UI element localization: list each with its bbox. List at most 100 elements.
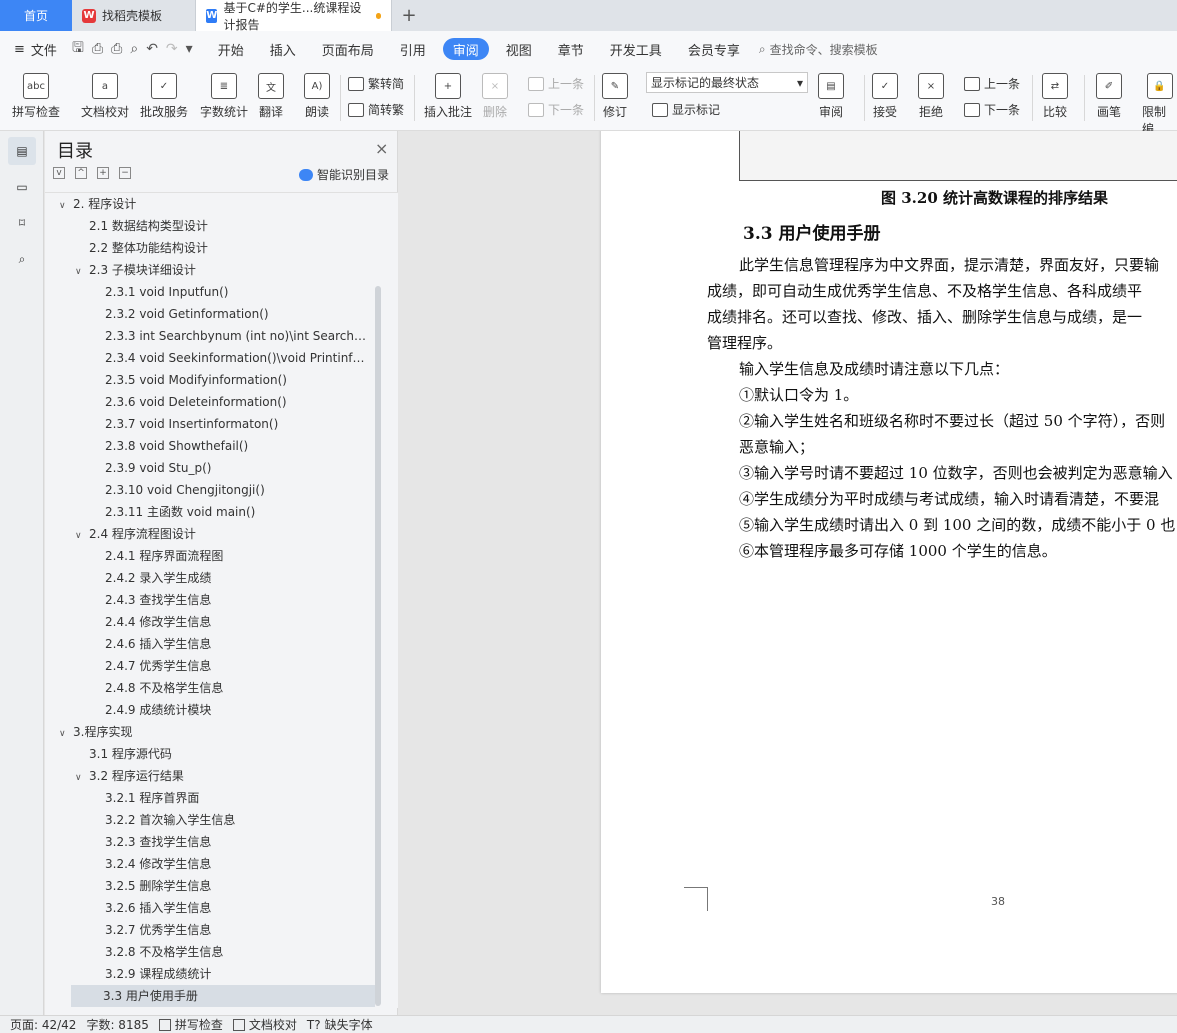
toc-item[interactable]: 2.4.1 程序界面流程图: [91, 545, 367, 567]
toc-item[interactable]: 2.4.7 优秀学生信息: [91, 655, 367, 677]
chevron-down-icon[interactable]: ∨: [75, 767, 89, 787]
toc-item[interactable]: 2.3.4 void Seekinformation()\void Printi…: [91, 347, 367, 369]
tab-template[interactable]: W 找稻壳模板: [72, 0, 196, 31]
toc-item[interactable]: 3.2.7 优秀学生信息: [91, 919, 367, 941]
compare-button[interactable]: ⇄ 比较: [1042, 73, 1068, 120]
save-icon[interactable]: 🖫: [72, 37, 84, 61]
more-icon[interactable]: ▾: [186, 41, 193, 57]
toc-item[interactable]: 3.2.3 查找学生信息: [91, 831, 367, 853]
toc-item[interactable]: 2.4.6 插入学生信息: [91, 633, 367, 655]
command-search[interactable]: ⌕ 查找命令、搜索模板: [759, 41, 878, 58]
toc-item[interactable]: 2.4.9 成绩统计模块: [91, 699, 367, 721]
pen-button[interactable]: ✐ 画笔: [1096, 73, 1122, 120]
menu-references[interactable]: 引用: [387, 38, 439, 60]
trad-to-simp-button[interactable]: 繁转简: [348, 75, 404, 92]
toc-item[interactable]: 2.3.1 void Inputfun(): [91, 281, 367, 303]
tab-document[interactable]: W 基于C#的学生...统课程设计报告: [196, 0, 392, 32]
toc-item[interactable]: 3.2.9 课程成绩统计: [91, 963, 367, 985]
toc-item[interactable]: 3.2.8 不及格学生信息: [91, 941, 367, 963]
toc-item[interactable]: 2.3.8 void Showthefail(): [91, 435, 367, 457]
doc-proof-status[interactable]: 文档校对: [232, 1016, 297, 1033]
chevron-down-icon[interactable]: ∨: [75, 525, 89, 545]
toc-scrollbar[interactable]: [375, 286, 381, 1006]
prev-change-button[interactable]: 上一条: [964, 75, 1020, 92]
toc-item[interactable]: 2.2 整体功能结构设计: [75, 237, 367, 259]
toc-item[interactable]: 3.1 程序源代码: [75, 743, 367, 765]
tab-home[interactable]: 首页: [0, 0, 72, 31]
translate-button[interactable]: 文 翻译: [258, 73, 284, 120]
toc-item[interactable]: 2.3.2 void Getinformation(): [91, 303, 367, 325]
toc-item[interactable]: 2.3.6 void Deleteinformation(): [91, 391, 367, 413]
toc-item[interactable]: 3.3 用户使用手册: [71, 985, 375, 1007]
menu-view[interactable]: 视图: [493, 38, 545, 60]
document-page[interactable]: 图 3.20 统计高数课程的排序结果 3.3 用户使用手册 此学生信息管理程序为…: [601, 131, 1177, 993]
spell-check-status[interactable]: 拼写检查: [158, 1016, 223, 1033]
menu-page-layout[interactable]: 页面布局: [309, 38, 387, 60]
toc-item[interactable]: 3.2.4 修改学生信息: [91, 853, 367, 875]
chevron-down-icon[interactable]: ∨: [59, 723, 73, 743]
toc-item[interactable]: 2.4.4 修改学生信息: [91, 611, 367, 633]
print-preview-icon[interactable]: ⌕: [130, 41, 138, 57]
toc-panel-button[interactable]: ▤: [8, 137, 36, 165]
menu-member[interactable]: 会员专享: [675, 38, 753, 60]
redo-icon[interactable]: ↷: [166, 41, 178, 57]
chevron-down-icon[interactable]: ∨: [75, 261, 89, 281]
menu-insert[interactable]: 插入: [257, 38, 309, 60]
print-icon[interactable]: ⎙: [111, 41, 122, 57]
section-nav-button[interactable]: ▭: [8, 173, 36, 201]
track-changes-button[interactable]: ✎ 修订: [602, 73, 628, 120]
find-button[interactable]: ⌕: [8, 245, 36, 273]
bookmark-button[interactable]: ⌑: [8, 209, 36, 237]
undo-icon[interactable]: ↶: [146, 41, 158, 57]
toc-item[interactable]: 3.2.2 首次输入学生信息: [91, 809, 367, 831]
menu-start[interactable]: 开始: [205, 38, 257, 60]
smart-toc-button[interactable]: 智能识别目录: [299, 166, 389, 183]
new-tab-button[interactable]: +: [392, 0, 426, 31]
show-markup-button[interactable]: 显示标记: [652, 101, 720, 118]
toc-item[interactable]: 2.3.7 void Insertinformaton(): [91, 413, 367, 435]
toc-item[interactable]: 2.4.2 录入学生成绩: [91, 567, 367, 589]
toc-item[interactable]: 2.3.3 int Searchbynum (int no)\int Searc…: [91, 325, 367, 347]
toc-item[interactable]: 3.2.5 删除学生信息: [91, 875, 367, 897]
toc-item[interactable]: 3.2.6 插入学生信息: [91, 897, 367, 919]
toc-item[interactable]: 2.3.11 主函数 void main(): [91, 501, 367, 523]
insert-comment-button[interactable]: + 插入批注: [424, 73, 472, 120]
prev-comment-button[interactable]: 上一条: [528, 75, 584, 92]
word-count-button[interactable]: ≣ 字数统计: [200, 73, 248, 120]
close-icon[interactable]: ×: [375, 139, 388, 158]
next-change-button[interactable]: 下一条: [964, 101, 1020, 118]
toc-item[interactable]: 2.4.3 查找学生信息: [91, 589, 367, 611]
toc-item[interactable]: 2.4.8 不及格学生信息: [91, 677, 367, 699]
accept-button[interactable]: ✓ 接受: [872, 73, 898, 120]
menu-review[interactable]: 审阅: [442, 38, 489, 60]
next-comment-button[interactable]: 下一条: [528, 101, 584, 118]
collapse-all-icon[interactable]: −: [119, 167, 131, 179]
toc-item[interactable]: ∨ 2.3 子模块详细设计: [75, 259, 367, 281]
markup-state-select[interactable]: 显示标记的最终状态 ▾: [646, 72, 808, 93]
collapse-up-icon[interactable]: ^: [75, 167, 87, 179]
toc-item[interactable]: ∨ 2. 程序设计: [59, 193, 367, 215]
review-pane-button[interactable]: ▤ 审阅: [818, 73, 844, 120]
expand-all-icon[interactable]: +: [97, 167, 109, 179]
menu-developer[interactable]: 开发工具: [597, 38, 675, 60]
toc-item[interactable]: 2.3.9 void Stu_p(): [91, 457, 367, 479]
read-aloud-button[interactable]: A) 朗读: [304, 73, 330, 120]
toc-item[interactable]: ∨ 2.4 程序流程图设计: [75, 523, 367, 545]
missing-font-status[interactable]: T? 缺失字体: [307, 1016, 373, 1033]
word-count-indicator[interactable]: 字数: 8185: [86, 1016, 148, 1033]
restrict-edit-button[interactable]: 🔒 限制编: [1142, 73, 1177, 137]
toc-item[interactable]: 2.3.10 void Chengjitongji(): [91, 479, 367, 501]
toc-item[interactable]: ∨ 3.程序实现: [59, 721, 367, 743]
toc-item[interactable]: 2.3.5 void Modifyinformation(): [91, 369, 367, 391]
export-pdf-icon[interactable]: ⎙: [92, 41, 103, 57]
toc-item[interactable]: ∨ 3.2 程序运行结果: [75, 765, 367, 787]
reject-button[interactable]: × 拒绝: [918, 73, 944, 120]
collapse-down-icon[interactable]: v: [53, 167, 65, 179]
chevron-down-icon[interactable]: ∨: [59, 195, 73, 215]
simp-to-trad-button[interactable]: 简转繁: [348, 101, 404, 118]
file-menu[interactable]: ≡ 文件: [0, 40, 72, 59]
toc-item[interactable]: 2.1 数据结构类型设计: [75, 215, 367, 237]
page-indicator[interactable]: 页面: 42/42: [10, 1016, 76, 1033]
menu-section[interactable]: 章节: [545, 38, 597, 60]
toc-item[interactable]: 3.2.1 程序首界面: [91, 787, 367, 809]
